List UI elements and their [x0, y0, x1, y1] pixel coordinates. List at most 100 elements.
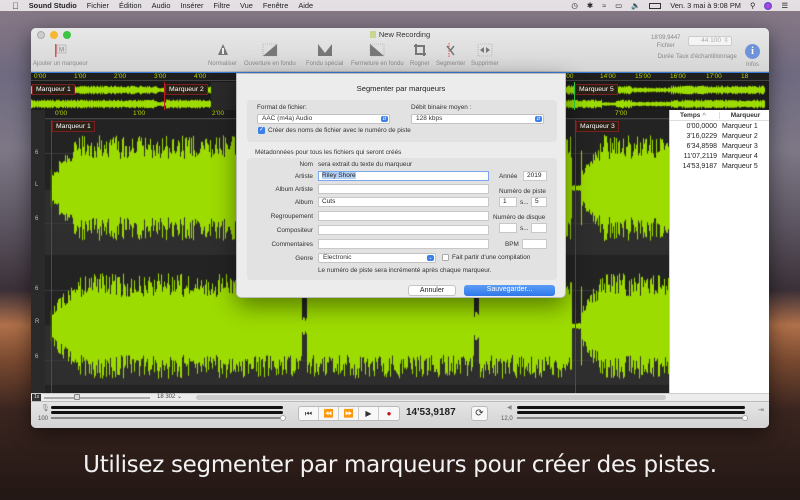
split-button[interactable]: Segmenter	[436, 42, 465, 67]
menu-audio[interactable]: Audio	[152, 1, 171, 10]
menu-filtre[interactable]: Filtre	[214, 1, 230, 10]
input-meter-left	[51, 406, 283, 409]
marker-time: 6'34,8598	[686, 142, 717, 150]
input-volume-thumb[interactable]	[280, 415, 286, 421]
sample-rate-value: 44 100	[701, 37, 721, 44]
format-select[interactable]: AAC (m4a) Audio ⇵	[257, 114, 390, 124]
marker-row[interactable]: 6'34,8598 Marqueur 3	[670, 141, 769, 151]
output-meter-left	[517, 406, 745, 409]
siri-icon[interactable]	[764, 1, 773, 10]
rewind-button[interactable]: ⏪	[319, 407, 339, 420]
marker-row[interactable]: 0'00,0000 Marqueur 1	[670, 121, 769, 131]
comments-field[interactable]	[318, 239, 489, 249]
album-artist-label: Album Artiste	[275, 186, 313, 193]
disc-number-field[interactable]	[499, 223, 517, 233]
compilation-checkbox[interactable]	[442, 254, 449, 261]
bitrate-value: 128 kbps	[416, 115, 443, 122]
marker-1-label[interactable]: Marqueur 1	[52, 121, 95, 132]
fade-in-button[interactable]: Ouverture en fondu	[244, 42, 296, 67]
genre-select[interactable]: Electronic ⌄	[318, 253, 436, 263]
zoom-slider-thumb[interactable]	[74, 394, 80, 400]
fade-out-button[interactable]: Fermeture en fondu	[351, 42, 404, 67]
record-button[interactable]: ●	[379, 407, 399, 420]
crop-button[interactable]: Rogner	[410, 42, 430, 67]
grouping-field[interactable]	[318, 211, 489, 221]
fast-forward-button[interactable]: ⏩	[339, 407, 359, 420]
time-machine-icon[interactable]: ◷	[571, 1, 577, 10]
track-names-checkbox[interactable]: ✓	[258, 127, 265, 134]
marker-row[interactable]: 14'53,9187 Marqueur 5	[670, 161, 769, 171]
fade-out-label: Fermeture en fondu	[351, 61, 404, 67]
normalize-button[interactable]: Normaliser	[208, 42, 237, 67]
zoom-slider[interactable]	[44, 394, 150, 400]
marker-row[interactable]: 11'07,2119 Marqueur 4	[670, 151, 769, 161]
channel-left-label: L	[35, 182, 39, 188]
add-marker-button[interactable]: M Ajouter un marqueur	[33, 42, 88, 67]
menu-inserer[interactable]: Insérer	[180, 1, 203, 10]
special-fade-button[interactable]: Fondu spécial	[306, 42, 343, 67]
input-level-value: 100	[38, 416, 49, 422]
menu-edition[interactable]: Édition	[119, 1, 142, 10]
marker-row[interactable]: 3'16,0229 Marqueur 2	[670, 131, 769, 141]
wifi-icon[interactable]: ≈	[602, 1, 606, 10]
menu-fenetre[interactable]: Fenêtre	[263, 1, 288, 10]
zoom-value: 18 302	[157, 394, 176, 400]
marker-3-label[interactable]: Marqueur 3	[576, 121, 619, 132]
volume-icon[interactable]: 🔈	[631, 1, 640, 10]
airplay-icon[interactable]: ▭	[615, 1, 622, 10]
output-route-icon[interactable]: ⇥	[758, 406, 764, 414]
ruler-tick: 0'00	[55, 110, 68, 117]
window-title-text: New Recording	[378, 30, 431, 39]
menu-fichier[interactable]: Fichier	[87, 1, 109, 10]
name-value: sera extrait du texte du marqueur	[318, 161, 413, 168]
album-label: Album	[294, 199, 313, 206]
overview-marker-2[interactable]: Marqueur 2	[165, 84, 208, 95]
delete-button[interactable]: Supprimer	[471, 42, 499, 67]
fade-in-icon	[262, 42, 278, 58]
bitrate-select[interactable]: 128 kbps ⇵	[411, 114, 544, 124]
loop-button[interactable]: ⟳	[471, 406, 488, 421]
sample-rate-select[interactable]: 44 100 ⇳	[688, 36, 732, 46]
track-increment-note: Le numéro de piste sera incrémenté après…	[318, 267, 492, 274]
info-button[interactable]: i Infos	[745, 44, 760, 68]
overview-tick: '00	[565, 73, 574, 80]
apple-icon[interactable]: 	[12, 1, 19, 11]
transport-controls: ⏮ ⏪ ⏩ ▶ ●	[298, 406, 400, 421]
normalize-icon	[215, 42, 231, 58]
bluetooth-icon[interactable]: ✱	[587, 1, 593, 10]
clock[interactable]: Ven. 3 mai à 9:08 PM	[670, 1, 741, 10]
output-volume-slider[interactable]	[517, 415, 748, 421]
bpm-field[interactable]	[522, 239, 547, 249]
output-volume-thumb[interactable]	[742, 415, 748, 421]
album-field[interactable]: Cuts	[318, 197, 489, 207]
go-to-start-button[interactable]: ⏮	[299, 407, 319, 420]
add-marker-label: Ajouter un marqueur	[33, 61, 88, 67]
input-volume-slider[interactable]	[51, 415, 286, 421]
artist-field[interactable]: Riley Shore	[318, 171, 489, 181]
disc-total-field[interactable]	[531, 223, 547, 233]
grouping-label: Regroupement	[270, 213, 313, 220]
overview-marker-1[interactable]: Marqueur 1	[32, 84, 75, 95]
track-number-field[interactable]: 1	[499, 197, 517, 207]
marker-time: 14'53,9187	[682, 162, 717, 170]
menu-app-name[interactable]: Sound Studio	[29, 1, 77, 10]
track-number-label: Numéro de piste	[499, 188, 546, 195]
menu-vue[interactable]: Vue	[240, 1, 253, 10]
composer-field[interactable]	[318, 225, 489, 235]
play-button[interactable]: ▶	[359, 407, 379, 420]
column-header-marker[interactable]: Marqueur	[720, 112, 769, 119]
overview-marker-5[interactable]: Marqueur 5	[575, 84, 618, 95]
title-bar: New Recording M Ajouter un marqueur Norm…	[31, 28, 769, 72]
album-artist-field[interactable]	[318, 184, 489, 194]
column-header-time[interactable]: Temps ^	[670, 111, 720, 119]
spotlight-icon[interactable]: ⚲	[750, 1, 755, 10]
year-field[interactable]: 2019	[523, 171, 547, 181]
cancel-button[interactable]: Annuler	[408, 285, 456, 296]
horizontal-scrollbar[interactable]	[196, 395, 666, 400]
zoom-value-select[interactable]: 18 302 ⌄	[154, 394, 192, 401]
notification-center-icon[interactable]: ☰	[781, 1, 788, 10]
save-button[interactable]: Sauvegarder...	[464, 285, 555, 296]
menu-aide[interactable]: Aide	[298, 1, 313, 10]
track-total-field[interactable]: 5	[531, 197, 547, 207]
battery-icon[interactable]	[649, 2, 662, 9]
